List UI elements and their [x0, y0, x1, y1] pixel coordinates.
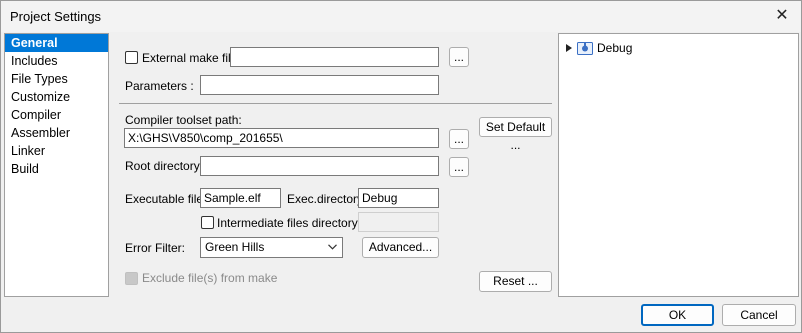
- intermediate-files-checkbox[interactable]: [201, 216, 214, 229]
- error-filter-label: Error Filter:: [125, 241, 185, 255]
- configuration-tree: Debug: [558, 33, 799, 297]
- sidebar-item-includes[interactable]: Includes: [5, 52, 108, 70]
- project-settings-dialog: Project Settings ✕ General Includes File…: [0, 0, 802, 333]
- compiler-toolset-label: Compiler toolset path:: [125, 113, 242, 127]
- error-filter-select[interactable]: Green Hills: [200, 237, 343, 258]
- external-make-label: External make file: [142, 51, 238, 65]
- compiler-toolset-browse-button[interactable]: ...: [449, 129, 469, 149]
- root-directory-browse-button[interactable]: ...: [449, 157, 469, 177]
- window-title: Project Settings: [10, 9, 102, 24]
- exec-directory-label: Exec.directory: [287, 192, 364, 206]
- sidebar-item-compiler[interactable]: Compiler: [5, 106, 108, 124]
- exclude-from-make-checkbox: [125, 272, 138, 285]
- chevron-down-icon: [328, 244, 337, 250]
- expand-arrow-icon[interactable]: [565, 44, 573, 52]
- external-make-browse-button[interactable]: ...: [449, 47, 469, 67]
- ok-button[interactable]: OK: [641, 304, 714, 326]
- error-filter-value: Green Hills: [205, 240, 265, 254]
- executable-file-label: Executable file: [125, 192, 204, 206]
- sidebar-item-build[interactable]: Build: [5, 160, 108, 178]
- root-directory-field[interactable]: [200, 156, 439, 176]
- title-bar: Project Settings ✕: [1, 1, 801, 32]
- section-divider: [119, 103, 552, 104]
- close-icon[interactable]: ✕: [773, 7, 791, 25]
- intermediate-files-field: [358, 212, 439, 232]
- cancel-button[interactable]: Cancel: [722, 304, 796, 326]
- category-list: General Includes File Types Customize Co…: [4, 33, 109, 297]
- executable-file-field[interactable]: Sample.elf: [200, 188, 281, 208]
- advanced-button[interactable]: Advanced...: [362, 237, 439, 258]
- sidebar-item-customize[interactable]: Customize: [5, 88, 108, 106]
- sidebar-item-file-types[interactable]: File Types: [5, 70, 108, 88]
- sidebar-item-linker[interactable]: Linker: [5, 142, 108, 160]
- external-make-checkbox[interactable]: [125, 51, 138, 64]
- tree-item-debug[interactable]: Debug: [565, 40, 632, 56]
- tree-item-label: Debug: [597, 41, 633, 55]
- external-make-field[interactable]: [230, 47, 439, 67]
- reset-button[interactable]: Reset ...: [479, 271, 552, 292]
- sidebar-item-general[interactable]: General: [5, 34, 108, 52]
- compiler-toolset-field[interactable]: X:\GHS\V850\comp_201655\: [124, 128, 439, 148]
- parameters-field[interactable]: [200, 75, 439, 95]
- sidebar-item-assembler[interactable]: Assembler: [5, 124, 108, 142]
- root-directory-label: Root directory:: [125, 159, 204, 173]
- intermediate-files-label: Intermediate files directory: [217, 216, 358, 230]
- set-default-button[interactable]: Set Default ...: [479, 117, 552, 152]
- exclude-from-make-label: Exclude file(s) from make: [142, 271, 278, 285]
- exec-directory-field[interactable]: Debug: [358, 188, 439, 208]
- config-folder-icon: [577, 42, 593, 55]
- parameters-label: Parameters :: [125, 79, 194, 93]
